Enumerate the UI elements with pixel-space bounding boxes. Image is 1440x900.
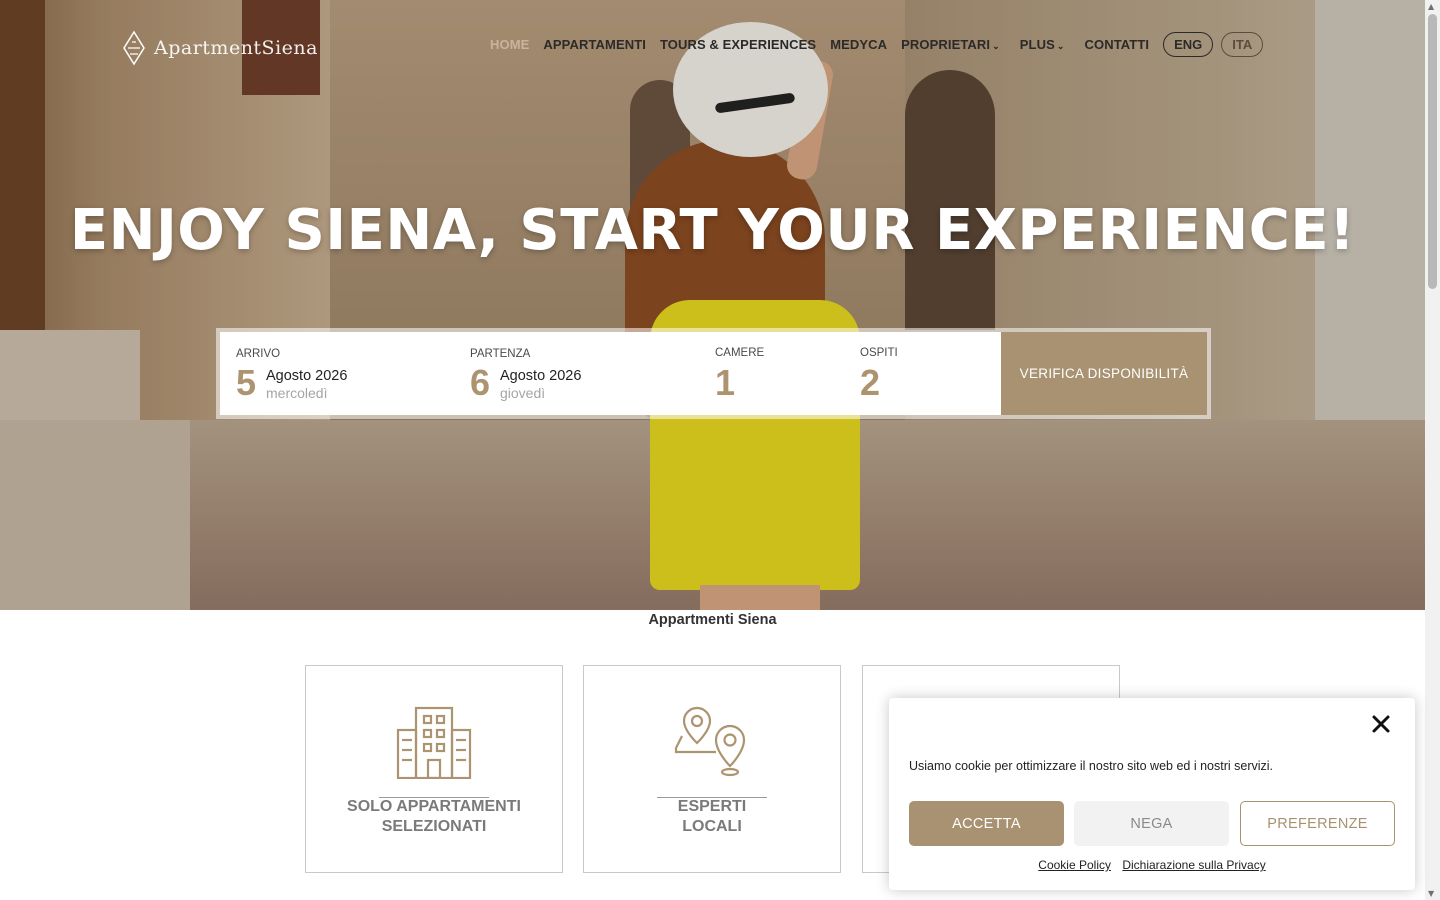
privacy-statement-link[interactable]: Dichiarazione sulla Privacy xyxy=(1122,858,1265,872)
hero-overlay xyxy=(0,0,1425,610)
feature-title-line2: SELEZIONATI xyxy=(381,818,487,835)
cookie-consent-banner: Usiamo cookie per ottimizzare il nostro … xyxy=(889,698,1415,890)
nav-appartamenti[interactable]: APPARTAMENTI xyxy=(543,37,646,52)
chevron-down-icon: ⌄ xyxy=(992,40,1000,51)
check-availability-button[interactable]: VERIFICA DISPONIBILITÀ xyxy=(1001,332,1207,415)
logo-text: ApartmentSiena xyxy=(154,37,318,59)
nav-contatti[interactable]: CONTATTI xyxy=(1085,37,1150,52)
lang-eng-button[interactable]: ENG xyxy=(1163,31,1214,57)
guests-value: 2 xyxy=(860,362,881,403)
map-pins-icon xyxy=(674,706,746,777)
page-scrollbar[interactable]: ▲ ▼ xyxy=(1425,0,1440,900)
close-icon[interactable] xyxy=(1369,712,1393,736)
nav-medyca[interactable]: MEDYCA xyxy=(830,37,887,52)
main-nav: HOME APPARTAMENTI TOURS & EXPERIENCES ME… xyxy=(490,31,1271,57)
guests-label: OSPITI xyxy=(860,347,898,359)
hero-caption: Appartmenti Siena xyxy=(648,612,777,628)
nav-plus-label: PLUS xyxy=(1019,36,1055,52)
nav-proprietari-label: PROPRIETARI xyxy=(901,36,991,52)
site-logo[interactable]: ApartmentSiena xyxy=(120,30,318,66)
feature-title: SOLO APPARTAMENTI SELEZIONATI xyxy=(306,797,562,837)
booking-bar: ARRIVO 5 Agosto 2026 mercoledì PARTENZA … xyxy=(216,328,1211,419)
cookie-message: Usiamo cookie per ottimizzare il nostro … xyxy=(909,759,1274,773)
feature-title-line1: ESPERTI xyxy=(677,798,747,815)
guests-field[interactable]: OSPITI 2 xyxy=(860,332,980,415)
cookie-policy-link[interactable]: Cookie Policy xyxy=(1038,858,1111,872)
scroll-up-arrow-icon[interactable]: ▲ xyxy=(1428,2,1434,11)
hero-banner xyxy=(0,0,1425,610)
building-icon xyxy=(396,706,472,779)
feature-title: ESPERTI LOCALI xyxy=(584,797,840,837)
arrival-weekday: mercoledì xyxy=(266,385,328,401)
feature-card-apartments: SOLO APPARTAMENTI SELEZIONATI xyxy=(305,665,563,873)
scrollbar-thumb[interactable] xyxy=(1428,14,1437,289)
lang-ita-button[interactable]: ITA xyxy=(1221,31,1264,57)
accept-cookies-button[interactable]: ACCETTA xyxy=(909,801,1064,846)
departure-day: 6 xyxy=(470,362,491,403)
feature-title-line1: SOLO APPARTAMENTI xyxy=(347,798,521,815)
arrival-label: ARRIVO xyxy=(236,348,281,360)
logo-diamond-icon xyxy=(123,30,145,66)
nav-tours-experiences[interactable]: TOURS & EXPERIENCES xyxy=(660,37,816,52)
cookie-links: Cookie Policy Dichiarazione sulla Privac… xyxy=(889,858,1415,872)
departure-label: PARTENZA xyxy=(470,348,531,360)
rooms-field[interactable]: CAMERE 1 xyxy=(715,332,835,415)
hero-headline: ENJOY SIENA, START YOUR EXPERIENCE! xyxy=(69,198,1356,263)
scroll-down-arrow-icon[interactable]: ▼ xyxy=(1428,889,1434,898)
arrival-month: Agosto 2026 xyxy=(266,368,348,384)
chevron-down-icon: ⌄ xyxy=(1056,40,1065,51)
nav-home[interactable]: HOME xyxy=(490,37,529,52)
departure-date-field[interactable]: PARTENZA 6 Agosto 2026 giovedì xyxy=(470,332,690,415)
booking-form: ARRIVO 5 Agosto 2026 mercoledì PARTENZA … xyxy=(220,332,1207,415)
nav-plus[interactable]: PLUS ⌄ xyxy=(1020,37,1065,52)
rooms-label: CAMERE xyxy=(715,347,765,359)
nav-proprietari[interactable]: PROPRIETARI ⌄ xyxy=(901,37,1000,52)
deny-cookies-button[interactable]: NEGA xyxy=(1074,801,1229,846)
departure-month: Agosto 2026 xyxy=(500,368,582,384)
arrival-date-field[interactable]: ARRIVO 5 Agosto 2026 mercoledì xyxy=(236,332,456,415)
feature-title-line2: LOCALI xyxy=(682,818,742,835)
departure-weekday: giovedì xyxy=(500,385,546,401)
cookie-preferences-button[interactable]: PREFERENZE xyxy=(1240,801,1395,846)
feature-card-local-experts: ESPERTI LOCALI xyxy=(583,665,841,873)
arrival-day: 5 xyxy=(236,362,257,403)
rooms-value: 1 xyxy=(715,362,736,403)
